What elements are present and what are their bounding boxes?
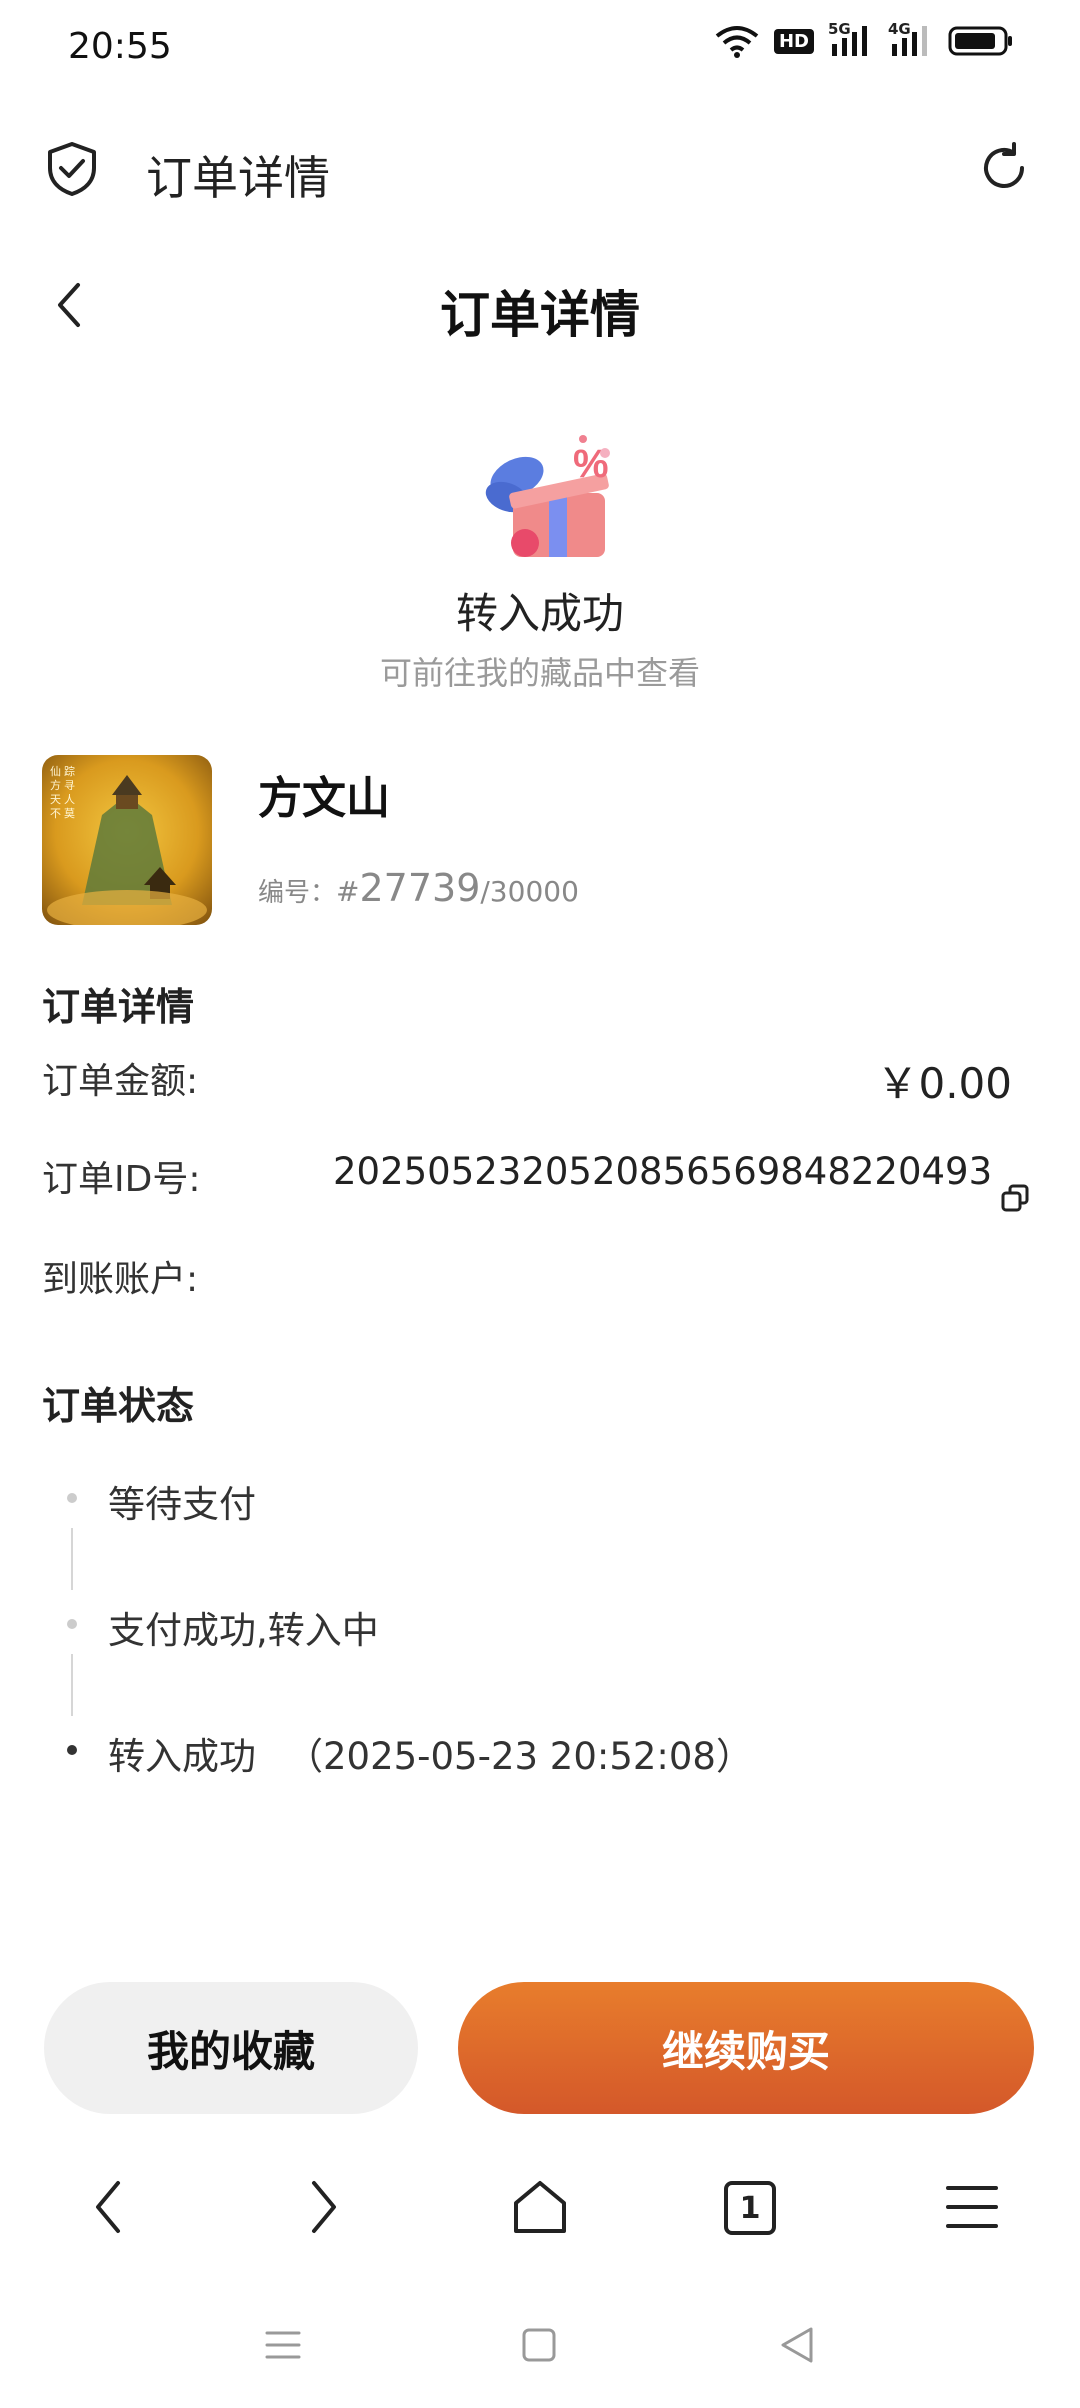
signal-5g-icon: 5G [828,20,874,58]
tab-count: 1 [739,2190,761,2226]
net-4g-label: 4G [888,20,911,38]
timeline-dot [67,1619,77,1629]
wifi-icon [714,24,760,58]
shield-check-icon[interactable] [42,138,102,198]
copy-icon[interactable] [1000,1183,1030,1213]
svg-text:人: 人 [64,793,75,806]
receiving-account-label: 到账账户: [42,1259,199,1300]
hd-label: HD [773,28,814,54]
refresh-icon[interactable] [974,138,1034,198]
timeline-dot-active [67,1745,77,1755]
hd-icon: HD [773,28,814,54]
gift-box-icon: % [455,425,630,565]
browser-top-bar: 订单详情 [0,110,1080,230]
order-amount-value: ￥0.00 [876,1059,1012,1108]
page-title: 订单详情 [440,286,640,344]
timeline-dot [67,1493,77,1503]
my-favorites-button[interactable]: 我的收藏 [44,1982,418,2114]
svg-text:不: 不 [50,807,61,820]
order-amount-label: 订单金额: [42,1061,199,1102]
system-back-icon[interactable] [772,2320,822,2370]
battery-icon [948,25,1014,57]
svg-text:莫: 莫 [64,807,75,820]
nav-forward-icon[interactable] [292,2175,356,2239]
success-subtitle: 可前往我的藏品中查看 [379,654,700,692]
status-bar: 20:55 HD 5G 4G [0,0,1080,100]
recent-apps-icon[interactable] [258,2320,308,2370]
product-serial: 编号： # 27739 /30000 [258,866,579,910]
net-5g-label: 5G [828,20,851,38]
svg-text:方: 方 [50,778,61,792]
timeline-step-3-time: （2025-05-23 20:52:08） [286,1735,753,1778]
success-title: 转入成功 [455,589,624,638]
timeline-connector [71,1654,73,1716]
timeline-step-2: 支付成功,转入中 [108,1609,379,1652]
order-id-value: 2025052320520856569848220493 [333,1150,993,1193]
product-name: 方文山 [258,773,390,824]
svg-text:天: 天 [50,793,61,806]
svg-text:仙: 仙 [50,765,61,778]
signal-4g-icon: 4G [888,20,934,58]
timeline-step-1: 等待支付 [108,1483,256,1526]
nav-back-icon[interactable] [76,2175,140,2239]
serial-total: /30000 [480,875,579,908]
status-icons: HD 5G 4G [714,20,1014,58]
order-id-label: 订单ID号: [42,1159,201,1200]
browser-page-title: 订单详情 [146,151,330,205]
order-details-heading: 订单详情 [42,985,195,1029]
home-icon[interactable] [508,2175,572,2239]
serial-number: 27739 [359,866,481,910]
page-header: 订单详情 [0,255,1080,355]
timeline-connector [71,1528,73,1590]
order-status-heading: 订单状态 [42,1384,195,1428]
product-thumbnail[interactable]: 仙方天不 踪寻人莫 [42,755,212,925]
status-time: 20:55 [68,26,172,67]
serial-hash: # [336,875,360,908]
browser-bottom-nav: 1 [0,2155,1080,2255]
tabs-button[interactable]: 1 [724,2181,776,2235]
system-home-icon[interactable] [514,2320,564,2370]
system-nav-bar [0,2310,1080,2380]
svg-text:寻: 寻 [64,779,75,792]
timeline-step-3: 转入成功 （2025-05-23 20:52:08） [108,1726,753,1780]
svg-text:踪: 踪 [64,764,75,778]
timeline-step-3-label: 转入成功 [108,1735,256,1778]
serial-label: 编号： [258,878,337,908]
menu-icon[interactable] [940,2175,1004,2239]
continue-buying-button[interactable]: 继续购买 [458,1982,1034,2114]
